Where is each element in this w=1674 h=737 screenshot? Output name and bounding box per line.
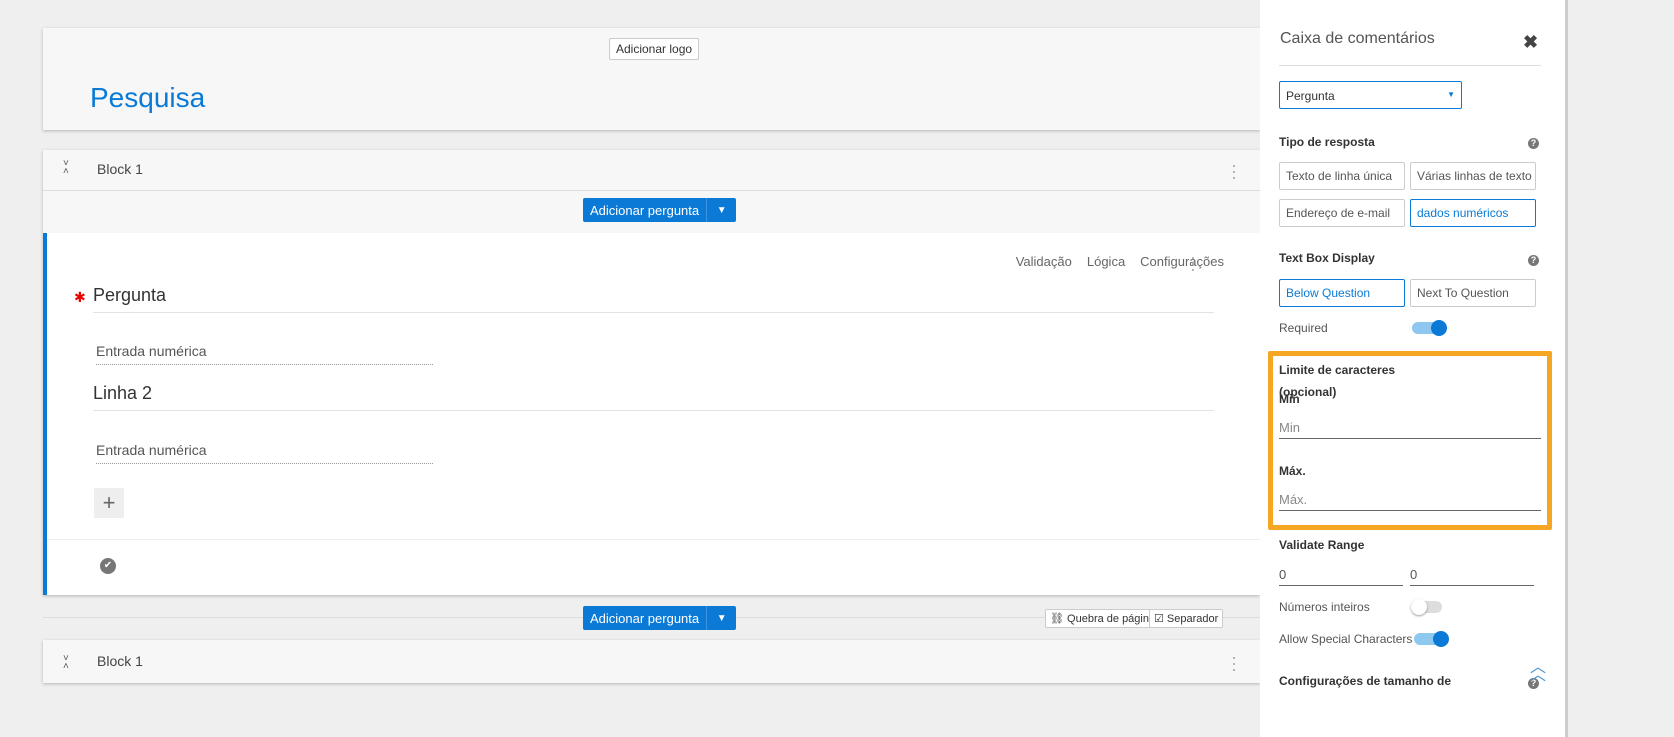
question-row-2-title[interactable]: Linha 2 xyxy=(93,383,1214,411)
add-row-button[interactable]: + xyxy=(94,488,124,518)
required-label: Required xyxy=(1279,321,1328,335)
integers-toggle[interactable] xyxy=(1411,599,1442,615)
char-limit-label: Limite de caracteres xyxy=(1279,363,1396,377)
block-1: ˅ ˄ Block 1 · · · Adicionar pergunta ▼ Valid… xyxy=(43,150,1260,595)
block-menu-icon[interactable]: · · · xyxy=(1231,156,1237,186)
caret-down-icon: ▼ xyxy=(1447,90,1455,99)
add-question-button[interactable]: Adicionar pergunta ▼ xyxy=(583,198,737,222)
special-chars-toggle[interactable] xyxy=(1414,631,1449,647)
caret-down-icon[interactable]: ▼ xyxy=(706,198,736,222)
required-toggle[interactable] xyxy=(1412,320,1447,336)
range-max-input[interactable]: 0 xyxy=(1410,567,1534,586)
integers-label: Números inteiros xyxy=(1279,600,1370,614)
page-break-label: Quebra de página xyxy=(1067,613,1156,625)
response-type-label: Tipo de resposta xyxy=(1279,135,1375,149)
scrollbar[interactable] xyxy=(1565,0,1568,737)
close-icon[interactable]: ✖ xyxy=(1523,32,1538,53)
collapse-icon[interactable]: ˅ ˄ xyxy=(63,654,69,672)
survey-header: Adicionar logo Pesquisa xyxy=(43,28,1260,130)
divider xyxy=(47,539,1260,540)
option-below-question[interactable]: Below Question xyxy=(1279,279,1405,307)
special-chars-label: Allow Special Characters xyxy=(1279,632,1413,646)
min-input[interactable]: Min xyxy=(1279,420,1541,439)
max-input[interactable]: Máx. xyxy=(1279,492,1541,511)
add-question-label: Adicionar pergunta xyxy=(590,202,700,218)
question-menu-icon[interactable]: · · · xyxy=(1190,248,1196,278)
add-logo-button[interactable]: Adicionar logo xyxy=(609,38,700,60)
survey-title[interactable]: Pesquisa xyxy=(90,82,205,114)
numeric-input-2[interactable]: Entrada numérica xyxy=(96,442,433,464)
add-question-label: Adicionar pergunta xyxy=(590,610,700,626)
scroll-top-icon[interactable]: ︿ ︿ xyxy=(1530,660,1546,684)
option-next-to-question[interactable]: Next To Question xyxy=(1410,279,1536,307)
caret-down-icon[interactable]: ▼ xyxy=(706,606,736,630)
page-break-button[interactable]: ⛓ Quebra de página xyxy=(1045,609,1161,628)
question-card[interactable]: Validação Lógica Configurações · · · ✱ Per… xyxy=(43,233,1260,595)
collapse-icon[interactable]: ˅ ˄ xyxy=(63,159,69,177)
verified-icon[interactable]: ✔ xyxy=(100,558,116,574)
range-min-input[interactable]: 0 xyxy=(1279,567,1403,586)
max-label: Máx. xyxy=(1279,464,1306,478)
separator-button[interactable]: ☑ Separador xyxy=(1149,609,1224,628)
block-name: Block 1 xyxy=(97,161,143,177)
block-name: Block 1 xyxy=(97,653,143,669)
question-row-1-title[interactable]: Pergunta xyxy=(93,285,1214,313)
option-numeric[interactable]: dados numéricos xyxy=(1410,199,1536,227)
min-label: Min xyxy=(1279,392,1300,406)
text-box-display-label: Text Box Display xyxy=(1279,251,1375,265)
validate-range-label: Validate Range xyxy=(1279,538,1365,552)
tab-settings[interactable]: Configurações xyxy=(1140,254,1224,269)
required-asterisk-icon: ✱ xyxy=(74,289,86,305)
panel-title: Caixa de comentários xyxy=(1280,30,1435,47)
help-icon[interactable]: ? xyxy=(1528,255,1539,266)
select-value: Pergunta xyxy=(1286,89,1335,103)
option-email[interactable]: Endereço de e-mail xyxy=(1279,199,1405,227)
tab-validation[interactable]: Validação xyxy=(1016,254,1072,269)
settings-panel: Caixa de comentários ✖ Pergunta ▼ Tipo d… xyxy=(1260,0,1565,737)
block-menu-icon[interactable]: · · · xyxy=(1231,648,1237,678)
option-multi-line[interactable]: Várias linhas de texto xyxy=(1410,162,1536,190)
divider xyxy=(1279,65,1541,66)
numeric-input-1[interactable]: Entrada numérica xyxy=(96,343,433,365)
add-question-button-2[interactable]: Adicionar pergunta ▼ xyxy=(583,606,737,630)
separator-label: Separador xyxy=(1166,613,1219,625)
question-type-select[interactable]: Pergunta ▼ xyxy=(1279,81,1462,109)
tab-logic[interactable]: Lógica xyxy=(1087,254,1125,269)
help-icon[interactable]: ? xyxy=(1528,138,1539,149)
block-2: ˅ ˄ Block 1 · · · xyxy=(43,640,1260,683)
size-settings-label: Configurações de tamanho de xyxy=(1279,674,1452,688)
option-single-line[interactable]: Texto de linha única xyxy=(1279,162,1405,190)
divider xyxy=(43,190,1260,191)
